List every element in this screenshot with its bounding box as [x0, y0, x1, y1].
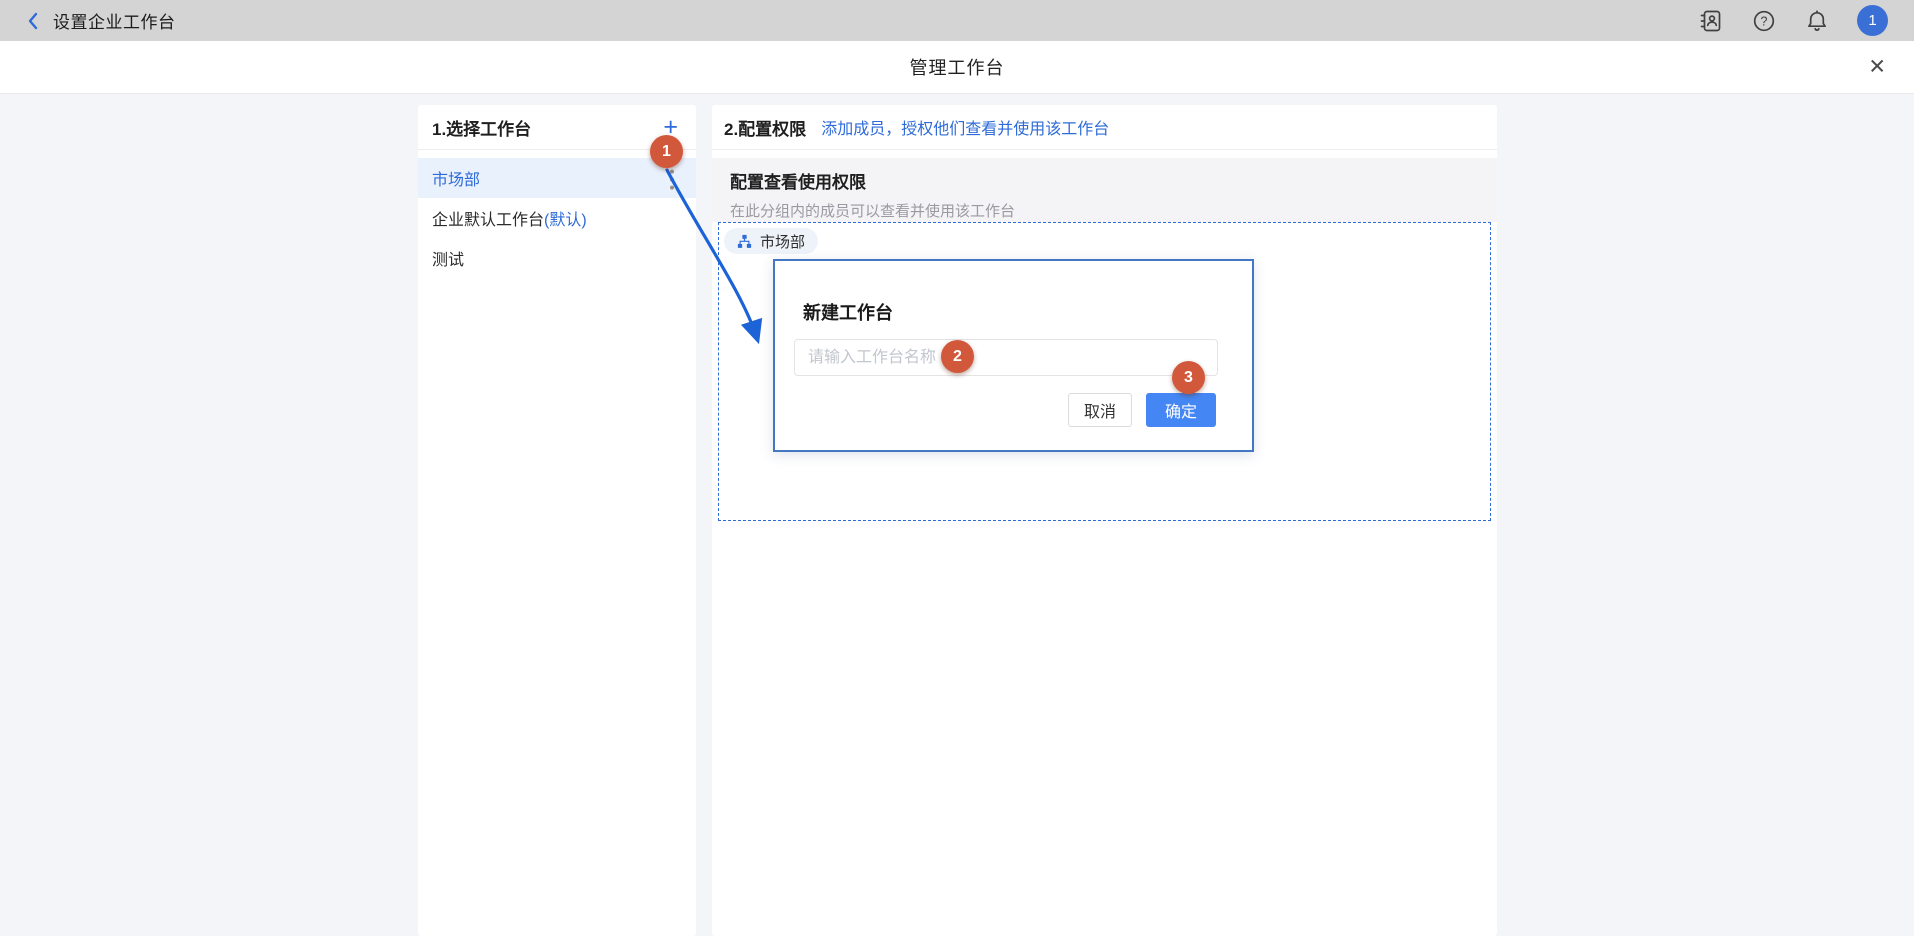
org-chart-icon: [737, 234, 752, 249]
workspace-item-label: 测试: [432, 246, 464, 270]
org-tag[interactable]: 市场部: [724, 228, 818, 254]
topbar-actions: ? 1: [1698, 5, 1888, 36]
cancel-button[interactable]: 取消: [1068, 393, 1132, 427]
modal-buttons: 取消 确定: [1068, 393, 1216, 427]
workspace-name-input[interactable]: [794, 339, 1218, 376]
permission-panel-title: 2.配置权限: [724, 115, 806, 140]
topbar-title: 设置企业工作台: [53, 8, 176, 33]
permission-panel: 2.配置权限 添加成员，授权他们查看并使用该工作台 配置查看使用权限 在此分组内…: [712, 105, 1497, 936]
permission-section-title: 配置查看使用权限: [730, 168, 1479, 193]
default-tag: (默认): [544, 206, 587, 230]
page-title: 管理工作台: [910, 54, 1005, 80]
workspace-item-marketing[interactable]: 市场部: [418, 158, 696, 198]
avatar[interactable]: 1: [1857, 5, 1888, 36]
modal-title: 新建工作台: [803, 299, 893, 325]
svg-text:?: ?: [1761, 14, 1768, 28]
step-badge-2: 2: [941, 340, 974, 373]
step-badge-3: 3: [1172, 361, 1205, 394]
add-member-link[interactable]: 添加成员，授权他们查看并使用该工作台: [821, 115, 1109, 139]
topbar: 设置企业工作台 ?: [0, 0, 1914, 41]
create-workspace-modal: 新建工作台 取消 确定: [773, 259, 1254, 452]
workspace-panel-title: 1.选择工作台: [432, 115, 659, 140]
workspace-item-label: 市场部: [432, 166, 480, 190]
workspace-item-label: 企业默认工作台: [432, 206, 544, 230]
help-icon[interactable]: ?: [1751, 8, 1777, 34]
workspace-item-default[interactable]: 企业默认工作台(默认): [418, 198, 696, 238]
org-tag-label: 市场部: [760, 231, 805, 252]
permission-section: 配置查看使用权限 在此分组内的成员可以查看并使用该工作台: [712, 158, 1497, 222]
bell-icon[interactable]: [1804, 8, 1830, 34]
back-chevron-icon: [26, 11, 40, 31]
contacts-icon[interactable]: [1698, 8, 1724, 34]
more-menu-icon[interactable]: [670, 170, 674, 190]
workspace-item-test[interactable]: 测试: [418, 238, 696, 278]
workspace-list: 市场部 企业默认工作台(默认) 测试: [418, 150, 696, 278]
dialog-header: 管理工作台 ✕: [0, 41, 1914, 94]
workspace-panel: 1.选择工作台 + 市场部 企业默认工作台(默认) 测试: [418, 105, 696, 936]
permission-section-desc: 在此分组内的成员可以查看并使用该工作台: [730, 200, 1479, 221]
back-button[interactable]: 设置企业工作台: [26, 8, 176, 33]
confirm-button[interactable]: 确定: [1146, 393, 1216, 427]
page: 设置企业工作台 ?: [0, 0, 1914, 936]
close-icon[interactable]: ✕: [1868, 57, 1886, 78]
permission-panel-header: 2.配置权限 添加成员，授权他们查看并使用该工作台: [712, 105, 1497, 150]
step-badge-1: 1: [650, 135, 683, 168]
